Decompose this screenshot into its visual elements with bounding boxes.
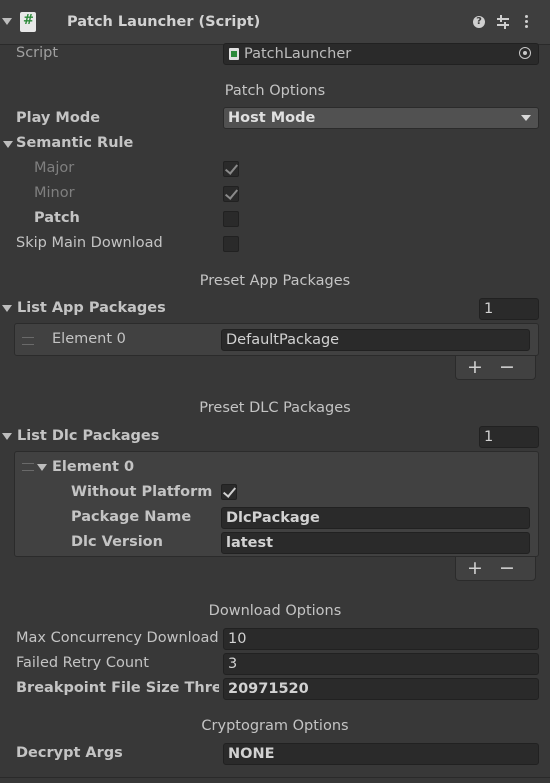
component-title: Patch Launcher (Script) <box>67 14 261 30</box>
decrypt-args-field[interactable]: NONE <box>223 743 539 765</box>
bottom-divider <box>0 777 550 778</box>
play-mode-label: Play Mode <box>16 110 101 126</box>
without-platform-label: Without Platform <box>71 484 213 500</box>
play-mode-dropdown[interactable]: Host Mode <box>223 107 539 129</box>
major-checkbox[interactable] <box>223 161 239 177</box>
list-dlc-packages-count[interactable]: 1 <box>479 426 539 448</box>
dlc-version-label: Dlc Version <box>71 534 163 550</box>
app-element-0-label: Element 0 <box>52 331 126 347</box>
foldout-arrow-icon[interactable] <box>2 18 12 25</box>
drag-handle-icon[interactable] <box>22 337 34 345</box>
package-name-label: Package Name <box>71 509 192 525</box>
skip-main-download-checkbox[interactable] <box>223 236 239 252</box>
list-app-packages-foldout-icon[interactable] <box>2 305 12 312</box>
more-options-icon[interactable] <box>525 15 529 29</box>
dlc-remove-element-button[interactable]: − <box>499 559 515 578</box>
object-picker-icon[interactable] <box>519 47 531 59</box>
script-object-value: PatchLauncher <box>244 46 352 62</box>
script-object-field[interactable]: PatchLauncher <box>223 43 539 65</box>
list-dlc-packages-label: List Dlc Packages <box>17 428 160 444</box>
decrypt-args-label: Decrypt Args <box>16 745 123 761</box>
app-element-0-field[interactable]: DefaultPackage <box>221 329 530 351</box>
list-dlc-packages-foldout-icon[interactable] <box>2 433 12 440</box>
list-app-packages-count[interactable]: 1 <box>479 298 539 320</box>
help-icon[interactable]: ? <box>473 16 485 28</box>
breakpoint-threshold-field[interactable]: 20971520 <box>223 678 539 700</box>
failed-retry-count-label: Failed Retry Count <box>16 655 149 671</box>
dlc-version-field[interactable]: latest <box>221 532 530 554</box>
failed-retry-count-field[interactable]: 3 <box>223 653 539 675</box>
patch-label: Patch <box>34 210 80 226</box>
package-name-field[interactable]: DlcPackage <box>221 507 530 529</box>
dlc-element-0-label: Element 0 <box>52 459 135 475</box>
max-concurrency-label: Max Concurrency Download <box>16 630 219 646</box>
max-concurrency-field[interactable]: 10 <box>223 628 539 650</box>
dlc-drag-handle-icon[interactable] <box>22 463 34 471</box>
patch-checkbox[interactable] <box>223 211 239 227</box>
without-platform-checkbox[interactable] <box>221 484 237 500</box>
major-label: Major <box>34 160 75 176</box>
skip-main-download-label: Skip Main Download <box>16 235 163 251</box>
preset-dlc-packages-header: Preset DLC Packages <box>199 400 351 416</box>
app-remove-element-button[interactable]: − <box>499 358 515 377</box>
list-app-packages-label: List App Packages <box>17 300 166 316</box>
script-label: Script <box>16 45 59 61</box>
semantic-rule-label: Semantic Rule <box>16 135 134 151</box>
cryptogram-options-header: Cryptogram Options <box>201 718 349 734</box>
dropdown-arrow-icon <box>521 115 531 121</box>
preset-icon[interactable] <box>497 15 509 29</box>
play-mode-value: Host Mode <box>228 110 316 126</box>
download-options-header: Download Options <box>208 603 342 619</box>
patch-options-header: Patch Options <box>224 83 326 99</box>
preset-app-packages-header: Preset App Packages <box>199 273 351 289</box>
script-small-icon <box>229 48 239 60</box>
minor-label: Minor <box>34 185 75 201</box>
dlc-element-0-foldout-icon[interactable] <box>37 464 47 471</box>
dlc-add-element-button[interactable]: + <box>467 559 483 578</box>
semantic-rule-foldout-icon[interactable] <box>3 141 13 148</box>
breakpoint-threshold-label: Breakpoint File Size Thresh <box>16 680 219 696</box>
minor-checkbox[interactable] <box>223 186 239 202</box>
script-file-icon: # <box>20 12 36 32</box>
app-add-element-button[interactable]: + <box>467 358 483 377</box>
